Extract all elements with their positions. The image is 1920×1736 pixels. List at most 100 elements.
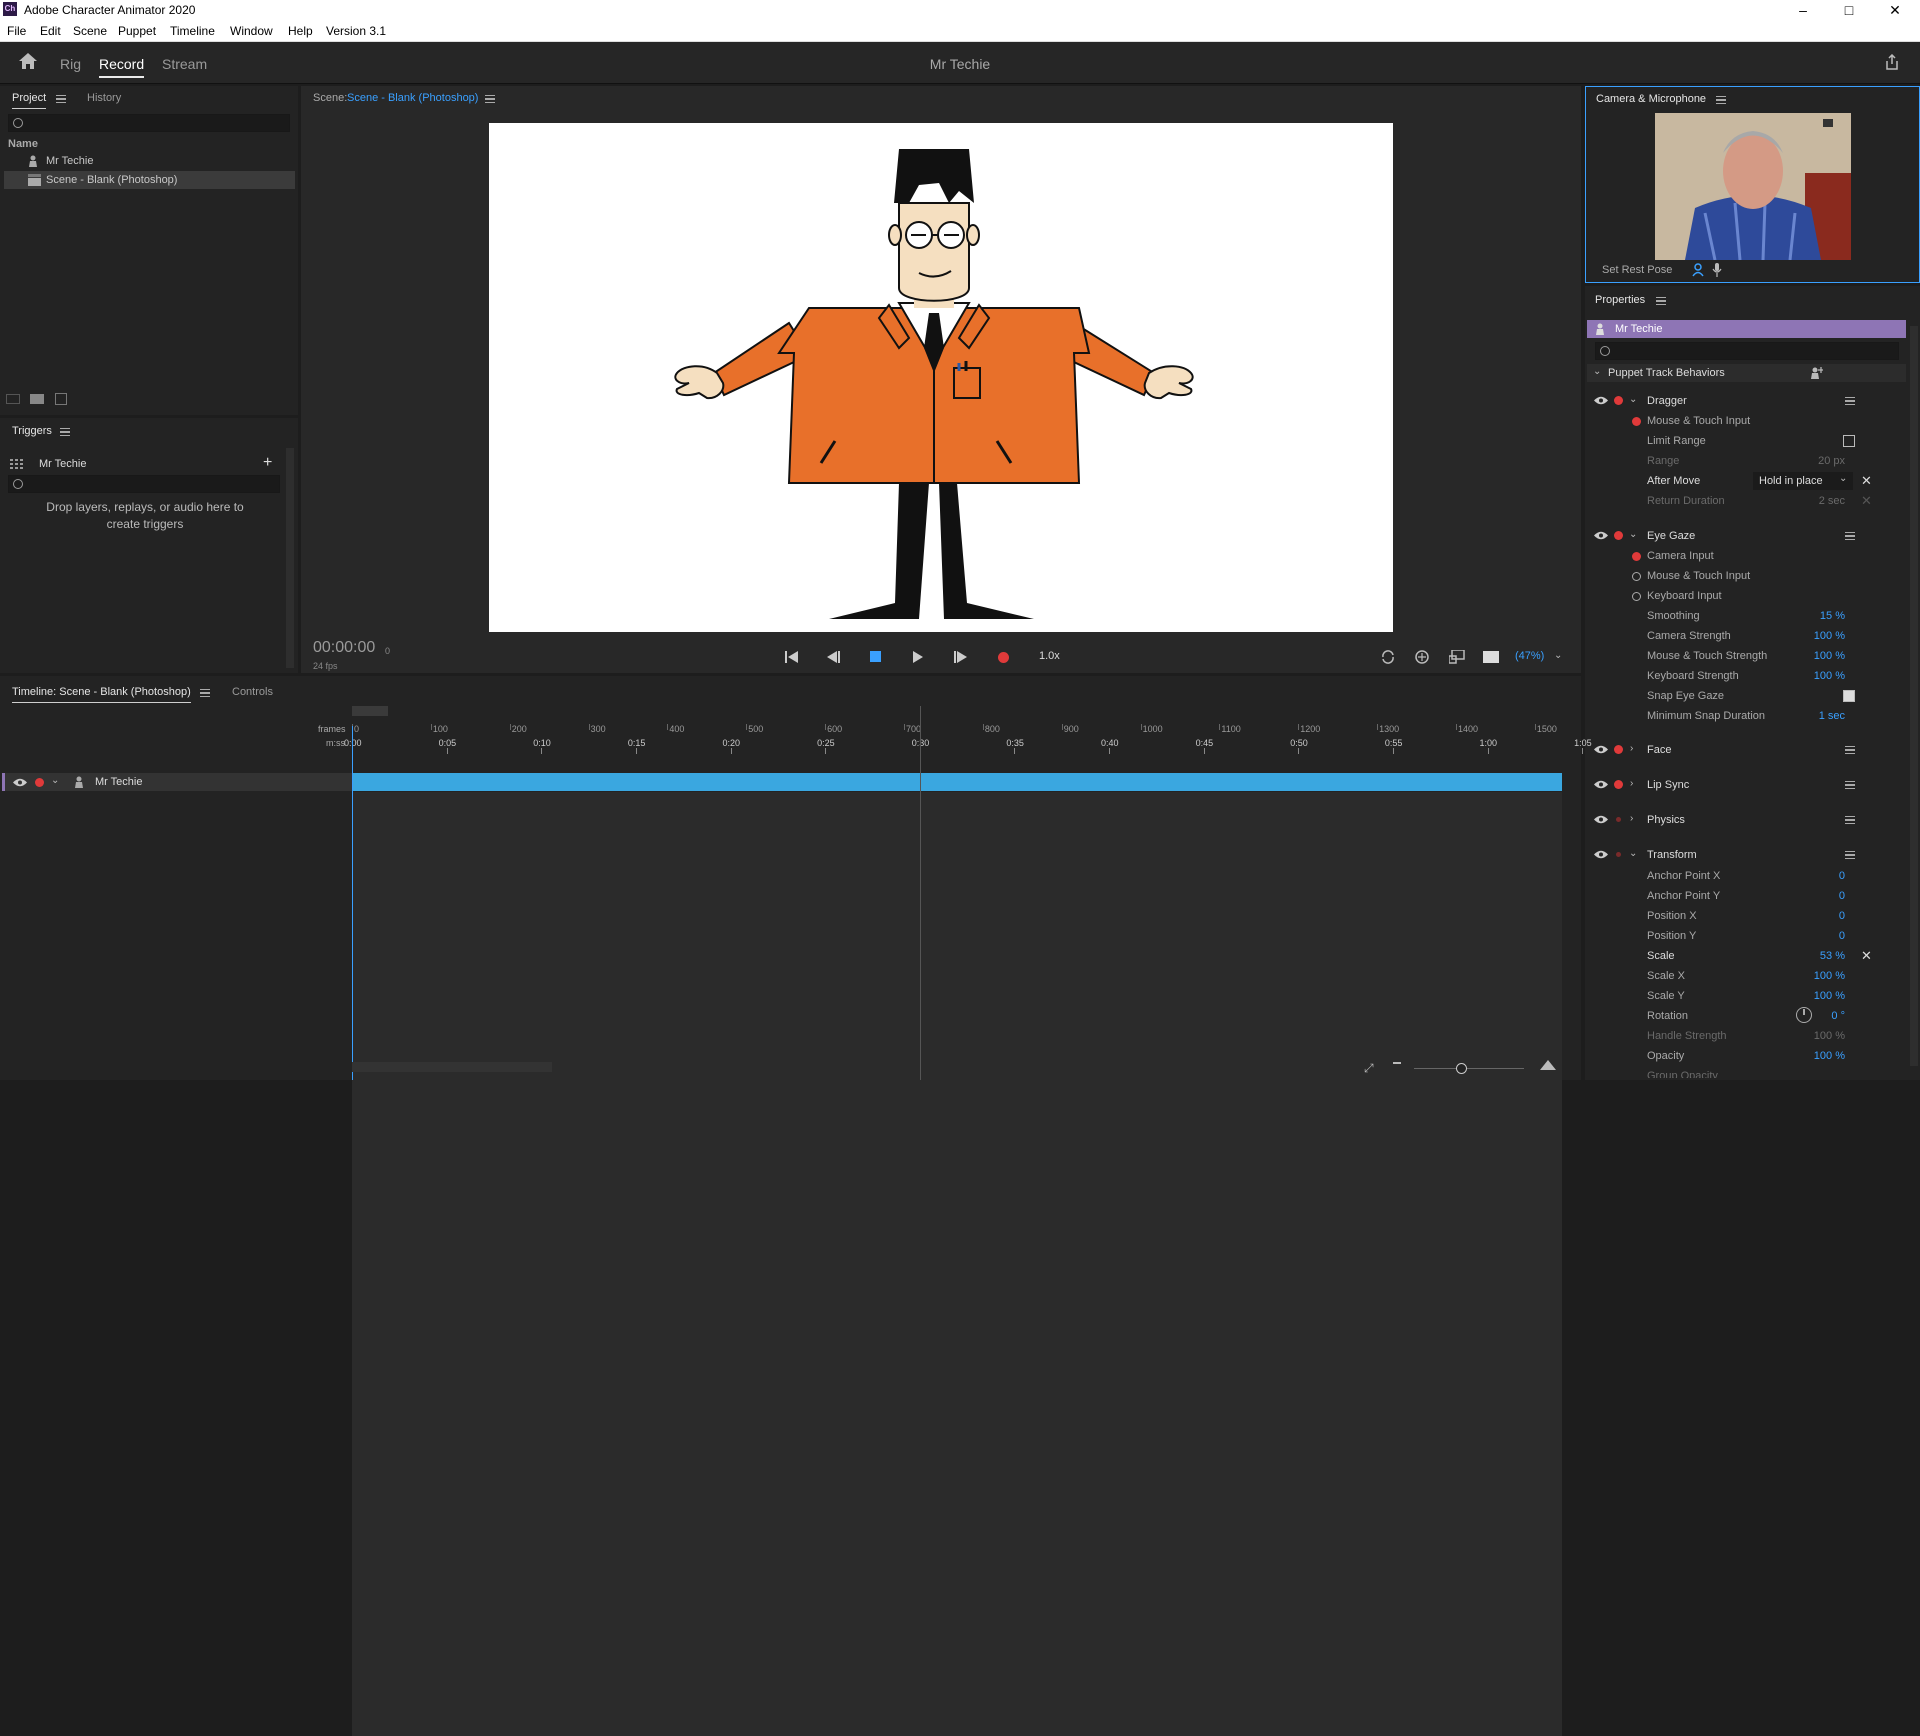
new-item-icon[interactable]	[6, 394, 20, 404]
input-unarmed-icon[interactable]	[1632, 592, 1641, 601]
param-value[interactable]: 0	[1785, 870, 1845, 882]
close-button[interactable]: ✕	[1872, 0, 1918, 20]
timeline-scrollbar[interactable]	[352, 1062, 552, 1072]
camera-menu-icon[interactable]	[1716, 96, 1726, 104]
arm-dot-icon[interactable]	[1614, 780, 1623, 789]
background-color-icon[interactable]	[1483, 651, 1499, 663]
share-icon[interactable]	[1884, 54, 1900, 70]
loop-icon[interactable]	[1381, 650, 1395, 664]
zoom-dropdown-icon[interactable]: ⌄	[1554, 650, 1562, 661]
arm-dot-icon[interactable]	[1616, 817, 1621, 822]
project-search-input[interactable]	[8, 114, 290, 132]
chevron-down-icon[interactable]: ⌄	[1629, 848, 1637, 859]
folder-icon[interactable]	[30, 394, 44, 404]
param-value[interactable]: 53 %	[1785, 950, 1845, 962]
tab-history[interactable]: History	[87, 92, 121, 104]
menu-file[interactable]: File	[7, 24, 26, 38]
list-item[interactable]: Scene - Blank (Photoshop)	[4, 171, 295, 189]
param-value[interactable]: 15 %	[1785, 610, 1845, 622]
eye-icon[interactable]	[1594, 531, 1608, 540]
zoom-out-icon[interactable]	[1393, 1062, 1401, 1064]
chevron-down-icon[interactable]: ⌄	[51, 775, 59, 786]
scene-menu-icon[interactable]	[485, 95, 495, 103]
stop-icon[interactable]	[870, 651, 881, 662]
import-icon[interactable]	[55, 393, 67, 405]
eye-icon[interactable]	[1594, 780, 1608, 789]
eye-icon[interactable]	[1594, 850, 1608, 859]
eye-icon[interactable]	[13, 778, 27, 787]
behavior-eye-gaze[interactable]: ⌄ Eye Gaze	[1585, 527, 1906, 545]
eye-icon[interactable]	[1594, 396, 1608, 405]
behavior-menu-icon[interactable]	[1845, 532, 1855, 540]
eye-icon[interactable]	[1594, 815, 1608, 824]
param-value[interactable]: 100 %	[1785, 630, 1845, 642]
param-value[interactable]: 100 %	[1785, 650, 1845, 662]
list-item[interactable]: Mr Techie	[0, 152, 298, 170]
reset-icon[interactable]: ✕	[1861, 473, 1872, 489]
character-puppet[interactable]	[489, 123, 1393, 632]
behavior-menu-icon[interactable]	[1845, 816, 1855, 824]
input-armed-icon[interactable]	[1632, 417, 1641, 426]
min-snap-value[interactable]: 1 sec	[1785, 710, 1845, 722]
properties-menu-icon[interactable]	[1656, 297, 1666, 305]
track-header[interactable]: ⌄ Mr Techie	[2, 773, 352, 791]
scene-canvas[interactable]	[489, 123, 1393, 632]
param-value[interactable]: 100 %	[1785, 990, 1845, 1002]
input-armed-icon[interactable]	[1632, 552, 1641, 561]
zoom-slider[interactable]	[1414, 1068, 1524, 1069]
chevron-right-icon[interactable]: ›	[1630, 813, 1633, 824]
physics-icon[interactable]	[1415, 650, 1429, 664]
minimize-button[interactable]: –	[1780, 0, 1826, 20]
menu-window[interactable]: Window	[230, 24, 273, 38]
arm-dot-icon[interactable]	[1614, 531, 1623, 540]
chevron-right-icon[interactable]: ›	[1630, 743, 1633, 754]
behaviors-section-header[interactable]: ⌄ Puppet Track Behaviors	[1587, 364, 1906, 382]
timeline-menu-icon[interactable]	[200, 689, 210, 697]
timecode-display[interactable]: 00:00:00	[313, 639, 375, 657]
param-value[interactable]: 0	[1785, 890, 1845, 902]
chevron-right-icon[interactable]: ›	[1630, 778, 1633, 789]
maximize-button[interactable]: □	[1826, 0, 1872, 20]
zoom-in-icon[interactable]	[1540, 1060, 1556, 1070]
triggers-scrollbar[interactable]	[286, 448, 294, 668]
after-move-select[interactable]: Hold in place ⌄	[1753, 472, 1853, 490]
param-value[interactable]: 100 %	[1785, 1050, 1845, 1062]
go-to-start-icon[interactable]	[785, 651, 799, 663]
menu-scene[interactable]: Scene	[73, 24, 107, 38]
project-menu-icon[interactable]	[56, 95, 66, 103]
input-unarmed-icon[interactable]	[1632, 572, 1641, 581]
eye-icon[interactable]	[1594, 745, 1608, 754]
param-value[interactable]: 100 %	[1785, 970, 1845, 982]
triggers-search-input[interactable]	[8, 475, 280, 493]
behavior-menu-icon[interactable]	[1845, 397, 1855, 405]
behavior-transform[interactable]: ⌄ Transform	[1585, 846, 1906, 864]
reset-icon[interactable]: ✕	[1861, 948, 1872, 964]
playhead[interactable]	[352, 726, 353, 1080]
properties-search-input[interactable]	[1595, 342, 1899, 360]
arm-dot-icon[interactable]	[1614, 745, 1623, 754]
param-value[interactable]: 0	[1785, 930, 1845, 942]
track-bar[interactable]	[352, 773, 1562, 791]
triggers-menu-icon[interactable]	[60, 428, 70, 436]
camera-toggle-icon[interactable]	[1692, 263, 1704, 277]
snap-eye-gaze-checkbox[interactable]	[1843, 690, 1855, 702]
menu-timeline[interactable]: Timeline	[170, 24, 215, 38]
add-trigger-icon[interactable]: +	[263, 454, 272, 472]
behavior-menu-icon[interactable]	[1845, 781, 1855, 789]
properties-scrollbar[interactable]	[1910, 326, 1918, 1066]
behavior-physics[interactable]: › Physics	[1585, 811, 1906, 829]
scene-name-link[interactable]: Scene - Blank (Photoshop)	[347, 92, 478, 104]
timeline-ruler[interactable]: 0 100 200 300 400 500 600 700 800 900 1000 1100 1200…	[344, 716, 1592, 754]
menu-edit[interactable]: Edit	[40, 24, 61, 38]
menu-help[interactable]: Help	[288, 24, 313, 38]
playback-speed[interactable]: 1.0x	[1039, 650, 1060, 662]
arm-dot-icon[interactable]	[1614, 396, 1623, 405]
tab-controls[interactable]: Controls	[232, 686, 273, 698]
stream-icon[interactable]	[1449, 650, 1465, 664]
track-area[interactable]	[352, 792, 1562, 1736]
add-behavior-icon[interactable]	[1811, 367, 1823, 379]
microphone-icon[interactable]	[1712, 263, 1722, 277]
set-rest-pose-button[interactable]: Set Rest Pose	[1602, 264, 1672, 276]
grid-icon[interactable]	[10, 459, 23, 469]
behavior-lip-sync[interactable]: › Lip Sync	[1585, 776, 1906, 794]
